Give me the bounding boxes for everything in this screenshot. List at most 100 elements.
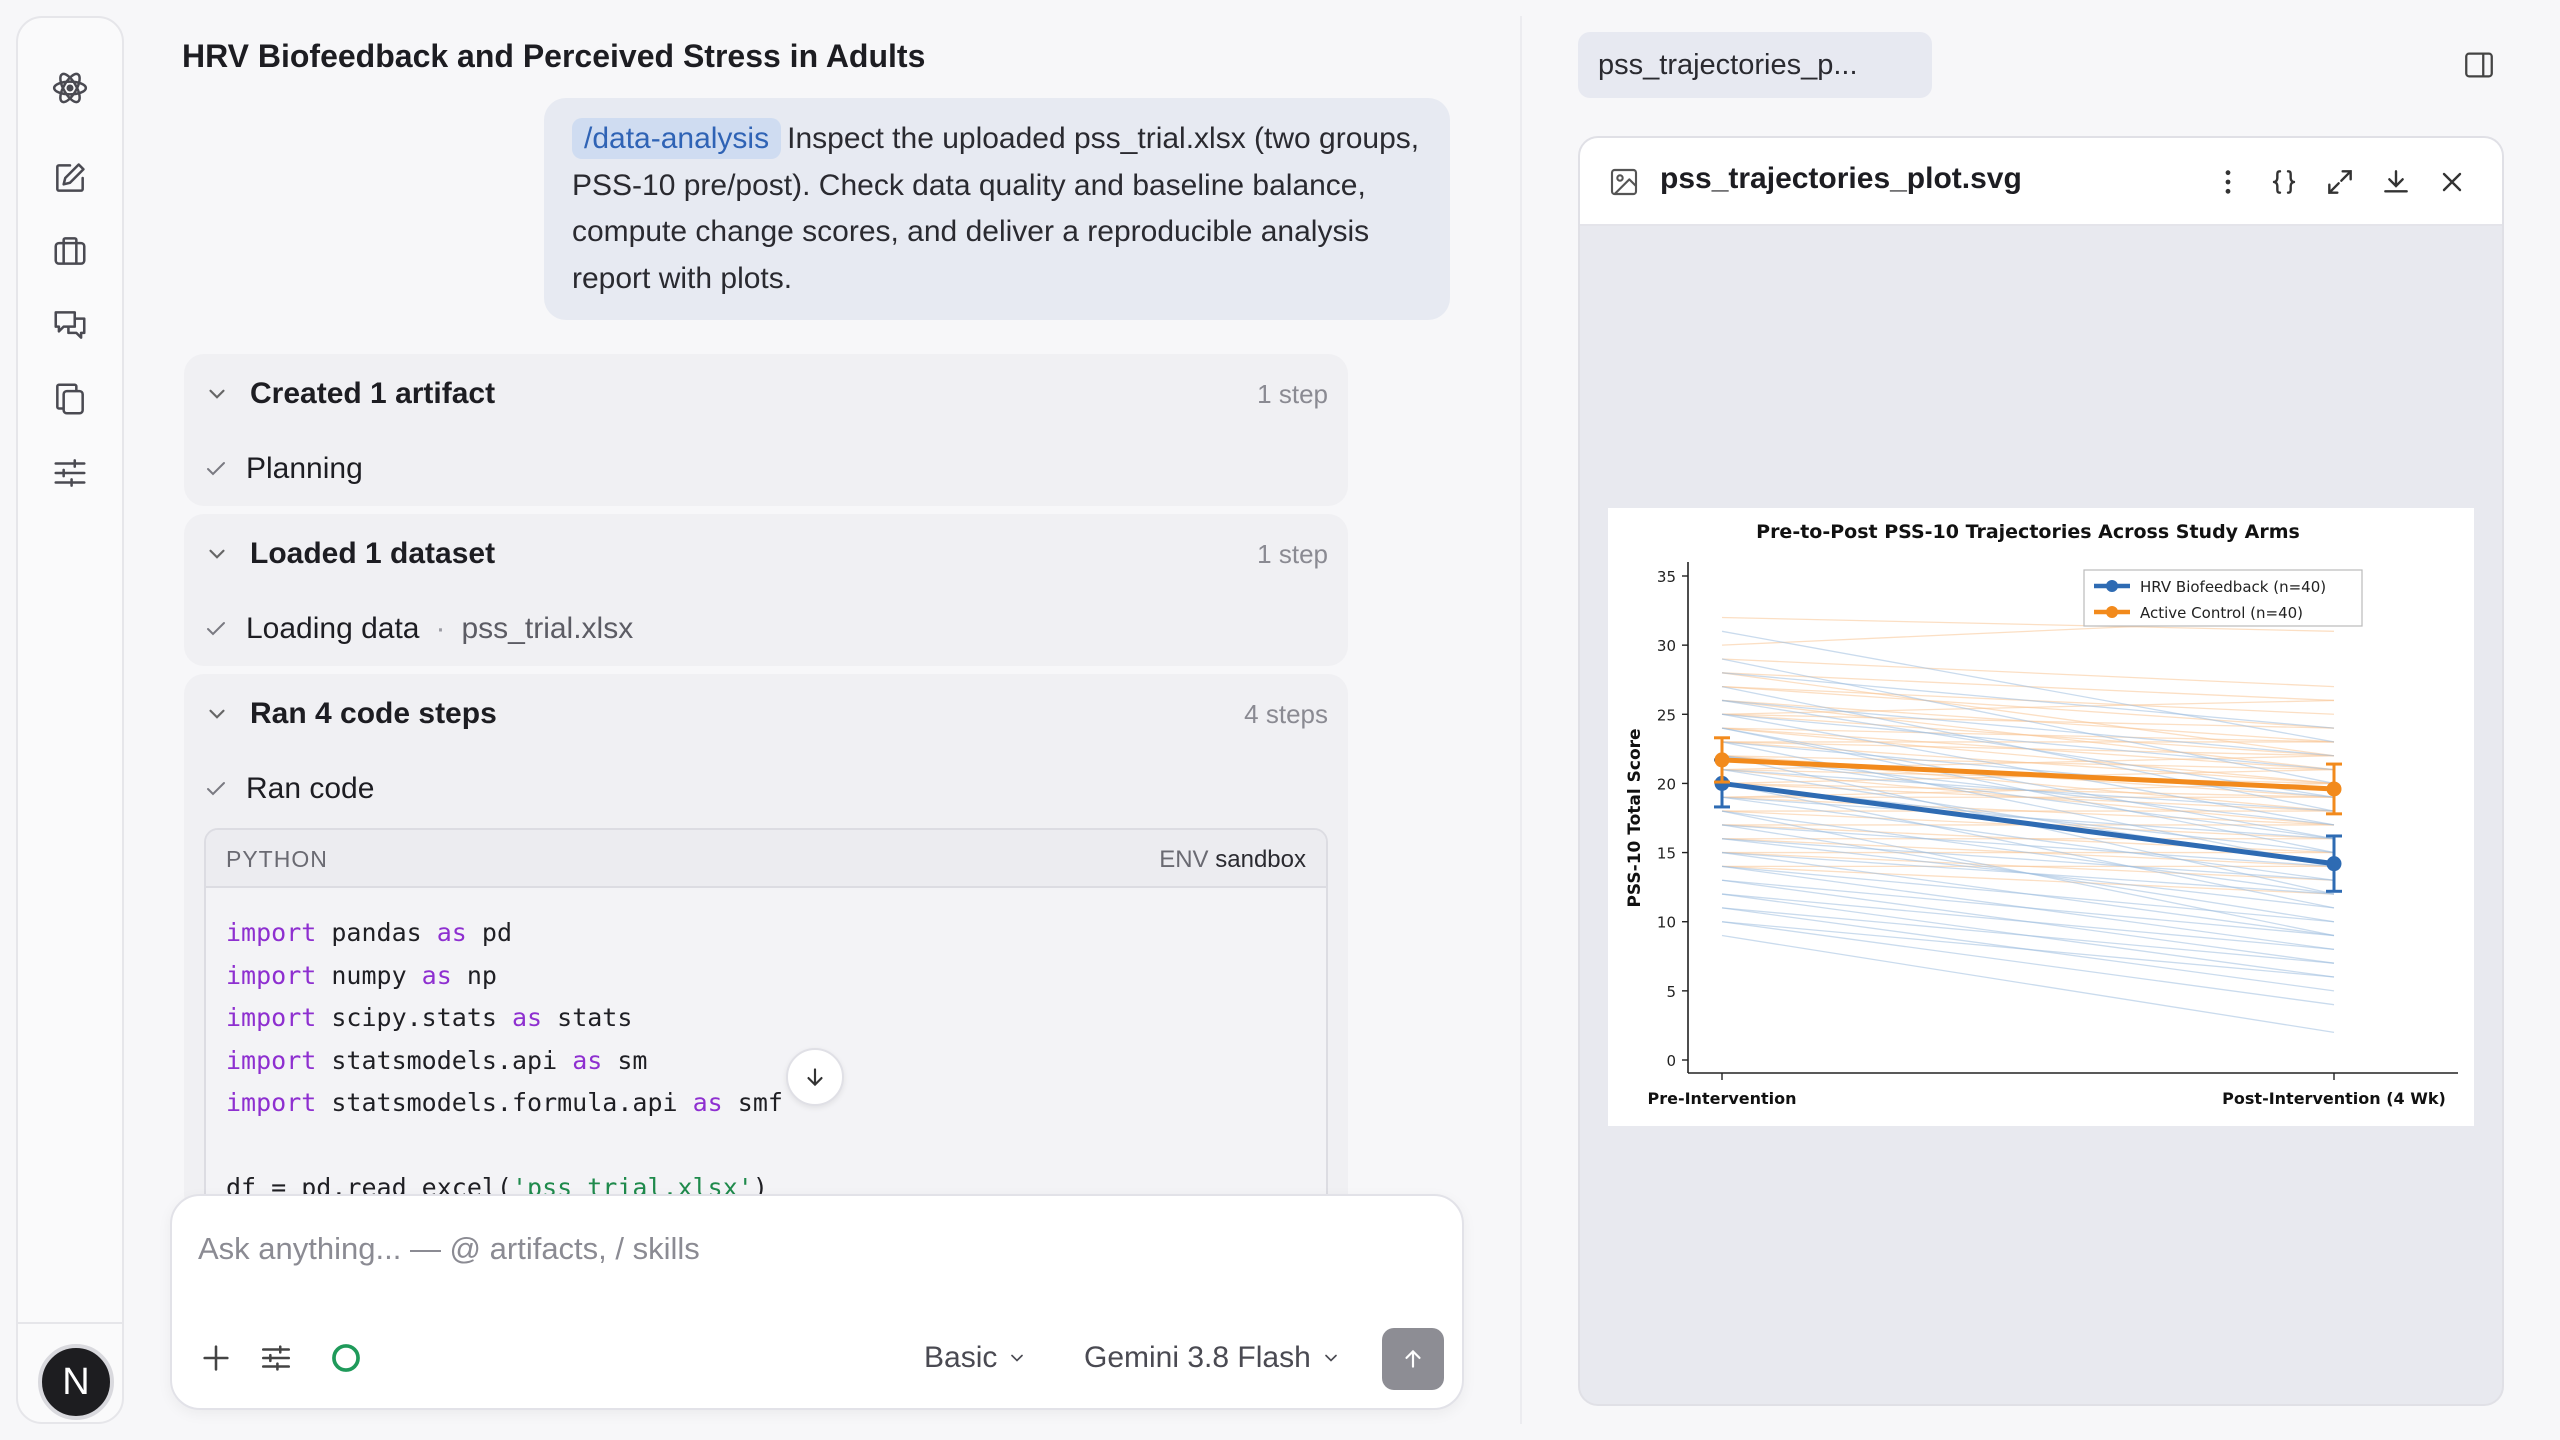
control-participant-line (1721, 658, 2335, 688)
code-content: import pandas as pd import numpy as np imp… (226, 912, 783, 1206)
hrv-participant-line (1721, 921, 2335, 1006)
hrv-participant-line (1721, 907, 2335, 964)
close-button[interactable] (2430, 160, 2474, 204)
env-label: ENV (1159, 846, 1209, 873)
artifact-tab[interactable]: pss_trajectories_p... (1578, 32, 1932, 98)
step-group: Loaded 1 dataset 1 step Loading data · p… (184, 514, 1348, 666)
step-item-label: Ran code (246, 772, 375, 805)
step-item[interactable]: Planning (204, 434, 363, 504)
toggle-panel-button[interactable] (2454, 40, 2504, 90)
y-tick-label: 25 (1657, 706, 1676, 724)
send-button[interactable] (1382, 1328, 1444, 1390)
code-view-icon (2272, 170, 2296, 194)
hrv-participant-line (1721, 672, 2335, 729)
series-point (2326, 856, 2342, 872)
step-group-header[interactable]: Loaded 1 dataset (204, 514, 495, 594)
code-line: import statsmodels.api as sm (226, 1045, 648, 1075)
new-chat-icon[interactable] (18, 148, 122, 208)
code-block: PYTHON ENV sandbox import pandas as pd im… (204, 828, 1328, 1208)
y-tick-label: 10 (1657, 914, 1676, 932)
step-group-header[interactable]: Ran 4 code steps (204, 674, 497, 754)
series-point (1714, 752, 1730, 768)
panel-toggle-icon (2465, 52, 2493, 78)
close-icon (2442, 172, 2462, 192)
download-icon (2384, 170, 2408, 193)
artifact-viewer: pss_trajectories_plot.svg Pre-to-Post PS… (1578, 136, 2504, 1406)
hrv-participant-line (1721, 879, 2335, 937)
plus-icon (203, 1345, 229, 1371)
code-view-button[interactable] (2262, 160, 2306, 204)
y-axis-label: PSS-10 Total Score (1625, 728, 1645, 907)
step-count: 1 step (1257, 378, 1328, 409)
briefcase-icon[interactable] (18, 221, 122, 281)
artifact-filename: pss_trajectories_plot.svg (1660, 162, 2022, 195)
separator-dot: · (435, 612, 446, 645)
artifact-viewer-header: pss_trajectories_plot.svg (1580, 138, 2502, 226)
control-participant-line (1721, 699, 2335, 715)
rail-divider (18, 1322, 122, 1324)
hrv-participant-line (1721, 741, 2335, 798)
chats-icon[interactable] (18, 295, 122, 355)
composer: Basic Gemini 3.8 Flash (170, 1194, 1464, 1410)
download-button[interactable] (2374, 160, 2418, 204)
status-button[interactable] (322, 1334, 370, 1382)
series-point (2326, 781, 2342, 797)
step-item-label: Planning (246, 452, 363, 485)
code-line: import statsmodels.formula.api as smf (226, 1088, 783, 1117)
legend-label: HRV Biofeedback (n=40) (2140, 578, 2326, 596)
plot-preview: Pre-to-Post PSS-10 Trajectories Across S… (1608, 508, 2474, 1126)
message-input[interactable] (198, 1222, 1398, 1276)
scroll-down-button[interactable] (786, 1048, 844, 1106)
code-language: PYTHON (226, 846, 328, 872)
mode-select[interactable]: Basic (924, 1334, 1027, 1382)
control-participant-line (1721, 699, 2335, 771)
copy-icon[interactable] (18, 369, 122, 429)
expand-button[interactable] (2318, 160, 2362, 204)
legend-swatch-marker (2106, 580, 2118, 592)
pane-divider[interactable] (1520, 16, 1522, 1424)
step-group-title: Ran 4 code steps (250, 697, 497, 730)
more-button[interactable] (2206, 160, 2250, 204)
hrv-participant-line (1721, 865, 2335, 923)
sliders-icon[interactable] (18, 443, 122, 503)
conversation-title: HRV Biofeedback and Perceived Stress in … (182, 38, 926, 74)
dataset-filename[interactable]: pss_trial.xlsx (462, 612, 634, 646)
hrv-participant-line (1721, 824, 2335, 868)
image-file-icon (1610, 168, 1638, 196)
chevron-down-icon (209, 709, 225, 719)
hrv-participant-line (1721, 796, 2335, 840)
y-tick-label: 15 (1657, 845, 1676, 863)
x-tick-label: Post-Intervention (4 Wk) (2222, 1089, 2446, 1108)
y-tick-label: 20 (1657, 775, 1676, 793)
status-circle-icon (332, 1344, 360, 1372)
y-tick-label: 30 (1657, 637, 1676, 655)
code-line: import scipy.stats as stats (226, 1003, 633, 1032)
chevron-down-icon (209, 389, 225, 399)
y-tick-label: 0 (1666, 1052, 1676, 1070)
attach-button[interactable] (192, 1334, 240, 1382)
code-line: import numpy as np (226, 960, 497, 990)
chevron-down-icon (1011, 1354, 1024, 1362)
tools-button[interactable] (252, 1334, 300, 1382)
control-participant-line (1721, 672, 2335, 757)
hrv-participant-line (1721, 699, 2335, 757)
hrv-participant-line (1721, 741, 2335, 868)
hrv-participant-line (1721, 630, 2335, 743)
skill-chip[interactable]: /data-analysis (572, 118, 782, 159)
avatar[interactable]: N (38, 1344, 114, 1420)
code-env: ENV sandbox (1159, 846, 1306, 874)
step-item[interactable]: Loading data · pss_trial.xlsx (204, 594, 633, 664)
step-item-label: Loading data (246, 612, 420, 645)
step-count: 1 step (1257, 538, 1328, 569)
arrow-up-icon (1405, 1349, 1421, 1368)
model-select[interactable]: Gemini 3.8 Flash (1084, 1334, 1341, 1382)
control-participant-line (1721, 865, 2335, 895)
expand-icon (2328, 170, 2352, 194)
step-group-title: Loaded 1 dataset (250, 537, 496, 570)
atom-logo-icon[interactable] (18, 58, 122, 118)
step-item[interactable]: Ran code (204, 754, 374, 824)
pss-trajectory-chart: Pre-to-Post PSS-10 Trajectories Across S… (1625, 521, 2458, 1108)
step-group-header[interactable]: Created 1 artifact (204, 354, 495, 434)
chevron-down-icon (1324, 1354, 1337, 1362)
